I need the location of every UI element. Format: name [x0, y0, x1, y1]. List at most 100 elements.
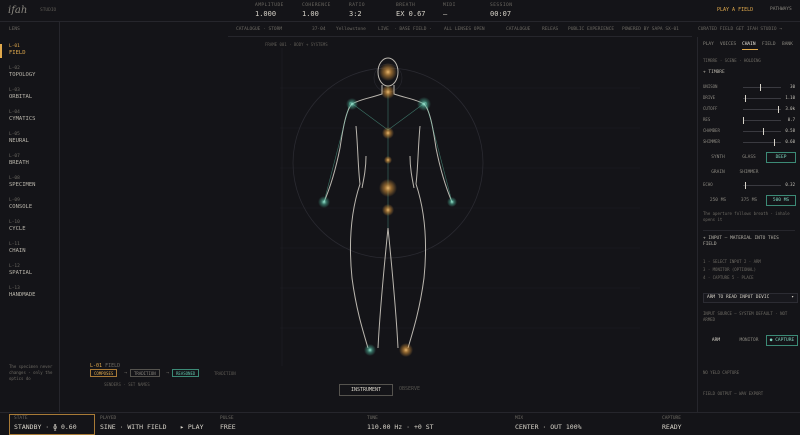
tab-curated[interactable]: CURATED FIELD	[698, 27, 733, 32]
slider-knob[interactable]	[778, 106, 780, 113]
capture-button[interactable]: ● CAPTURE	[766, 335, 798, 346]
slider-knob[interactable]	[774, 139, 776, 146]
metric-session: SESSION 00:07	[490, 3, 513, 18]
no-capture-note: NO YELD CAPTURE	[703, 370, 740, 375]
sidebar-item-spatial[interactable]: L-12 SPATIAL	[9, 264, 57, 276]
slider-knob[interactable]	[743, 117, 744, 124]
input-device-select-value: ARM TO READ INPUT DEVIC	[707, 295, 770, 300]
tab-releas[interactable]: RELEAS	[542, 27, 558, 32]
sidebar-item-neural[interactable]: L-05 NEURAL	[9, 132, 57, 144]
time-250[interactable]: 250 MS	[703, 195, 733, 206]
node-hand-right[interactable]	[447, 197, 457, 207]
sidebar-title: LENS	[9, 27, 20, 32]
sidebar-item-orbital[interactable]: L-03 ORBITAL	[9, 88, 57, 100]
mode-synth[interactable]: SYNTH	[703, 152, 733, 163]
tab-play[interactable]: PLAY	[703, 42, 714, 47]
tradition-label: TRADITION	[214, 371, 236, 376]
node-throat[interactable]	[382, 127, 394, 139]
tab-catalogue-storm[interactable]: CATALOGUE · STORM	[236, 27, 282, 32]
body-field-figure[interactable]	[230, 38, 690, 402]
slider-knob[interactable]	[744, 95, 746, 102]
sidebar-item-chain[interactable]: L-11 CHAIN	[9, 242, 57, 254]
play-field-link[interactable]: PLAY A FIELD	[717, 7, 753, 13]
tab-all-lenses[interactable]: ALL LENSES OPEN	[444, 27, 485, 32]
chip-arrow: →	[124, 370, 128, 376]
tab-base-field[interactable]: · BASE FIELD ·	[394, 27, 432, 32]
pathways-link[interactable]: PATHWAYS	[770, 7, 792, 12]
lens-sidebar: LENS L-01 FIELD L-02 TOPOLOGY L-03 ORBITAL …	[0, 22, 60, 414]
tab-chain[interactable]: CHAIN	[742, 42, 756, 47]
chip-arrow: →	[166, 370, 170, 376]
sidebar-item-handmade[interactable]: L-13 HANDMADE	[9, 286, 57, 298]
catalogue-tab-bar: CATALOGUE · STORM 37·04 Yellowstone LIVE…	[228, 24, 782, 37]
node-sacral[interactable]	[382, 204, 394, 216]
tab-bank[interactable]: BANK	[782, 42, 793, 47]
sidebar-item-cycle[interactable]: L-10 CYCLE	[9, 220, 57, 232]
node-hand-left[interactable]	[318, 196, 330, 208]
node-heart[interactable]	[384, 156, 392, 164]
chevron-down-icon: ▾	[791, 295, 794, 300]
footer-capture: CAPTURE READY	[662, 416, 682, 431]
metric-coherence: COHERENCE 1.00	[302, 3, 331, 18]
chip-reasoned[interactable]: REASONED	[172, 369, 200, 377]
play-button[interactable]: ▸ PLAY	[180, 421, 203, 431]
slider-knob[interactable]	[763, 128, 765, 135]
sidebar-item-specimen[interactable]: L-08 SPECIMEN	[9, 176, 57, 188]
mode-deep[interactable]: DEEP	[766, 152, 796, 163]
tab-get-studio[interactable]: GET IFAH STUDIO →	[736, 27, 782, 32]
chip-composes[interactable]: COMPOSES	[90, 369, 118, 377]
node-shoulder-left[interactable]	[346, 98, 358, 110]
sidebar-item-topology[interactable]: L-02 TOPOLOGY	[9, 66, 57, 78]
input-device-select[interactable]: ARM TO READ INPUT DEVIC ▾	[703, 293, 798, 303]
slider-cutoff[interactable]: CUTOFF 3.0k	[703, 106, 795, 114]
divider	[703, 230, 795, 231]
panel-subtabs[interactable]: TIMBRE · SCENE · HOLDING	[703, 58, 795, 64]
active-tab-underline	[742, 49, 758, 50]
tab-collection[interactable]: Yellowstone	[336, 27, 366, 32]
echo-note: The aperture follows breath - inhale ope…	[703, 211, 790, 222]
input-step-1: 1 · SELECT INPUT 2 · ARM	[703, 259, 761, 264]
sidebar-item-console[interactable]: L-09 CONSOLE	[9, 198, 57, 210]
node-foot-left[interactable]	[364, 344, 376, 356]
sidebar-item-field[interactable]: L-01 FIELD	[0, 44, 57, 58]
slider-shimmer[interactable]: SHIMMER 0.60	[703, 139, 795, 147]
chip-tradition[interactable]: TRADITION	[130, 369, 160, 377]
footer-played: PLAYED SINE · WITH FIELD	[100, 416, 167, 431]
tab-voices[interactable]: VOICES	[720, 42, 736, 47]
footer-tune: TUNE 110.00 Hz · +0 ST	[367, 416, 434, 431]
metric-ratio: RATIO 3:2	[349, 3, 366, 18]
metric-breath: BREATH EX 0.67	[396, 3, 426, 18]
slider-echo[interactable]: ECHO 0.32	[703, 182, 795, 190]
instrument-button[interactable]: INSTRUMENT	[339, 384, 393, 396]
arm-button[interactable]: ARM	[703, 335, 729, 346]
status-footer: STATE STANDBY · ɸ 0.60 PLAYED SINE · WITH …	[0, 412, 800, 435]
monitor-button[interactable]: MONITOR	[734, 335, 764, 346]
tab-experience[interactable]: PUBLIC EXPERIENCE	[568, 27, 614, 32]
footer-pulse: PULSE FREE	[220, 416, 236, 431]
time-375[interactable]: 375 MS	[734, 195, 764, 206]
node-third-eye[interactable]	[381, 85, 395, 99]
node-foot-right[interactable]	[399, 343, 413, 357]
slider-drive[interactable]: DRIVE 1.10	[703, 95, 795, 103]
slider-unison[interactable]: UNISON 30	[703, 84, 795, 92]
observe-button[interactable]: OBSERVE	[399, 386, 420, 392]
node-crown[interactable]	[379, 63, 397, 81]
tab-live[interactable]: LIVE	[378, 27, 389, 32]
node-solar[interactable]	[379, 179, 397, 197]
node-shoulder-right[interactable]	[417, 97, 431, 111]
slider-res[interactable]: RES 0.7	[703, 117, 795, 125]
time-500[interactable]: 500 MS	[766, 195, 796, 206]
app-logo: ifah	[8, 5, 28, 16]
mode-grain[interactable]: GRAIN	[703, 167, 733, 178]
mode-glass[interactable]: GLASS	[734, 152, 764, 163]
slider-chamber[interactable]: CHAMBER 0.58	[703, 128, 795, 136]
sidebar-note: The specimen never changes - only the op…	[9, 364, 53, 381]
tab-catalogue[interactable]: CATALOGUE	[506, 27, 530, 32]
sidebar-item-cymatics[interactable]: L-04 CYMATICS	[9, 110, 57, 122]
field-output-note: FIELD OUTPUT — WAV EXPORT	[703, 391, 764, 396]
slider-knob[interactable]	[744, 182, 746, 189]
sidebar-item-breath[interactable]: L-07 BREATH	[9, 154, 57, 166]
mode-shimmer[interactable]: SHIMMER	[734, 167, 764, 178]
slider-knob[interactable]	[759, 84, 761, 91]
tab-field[interactable]: FIELD	[762, 42, 776, 47]
